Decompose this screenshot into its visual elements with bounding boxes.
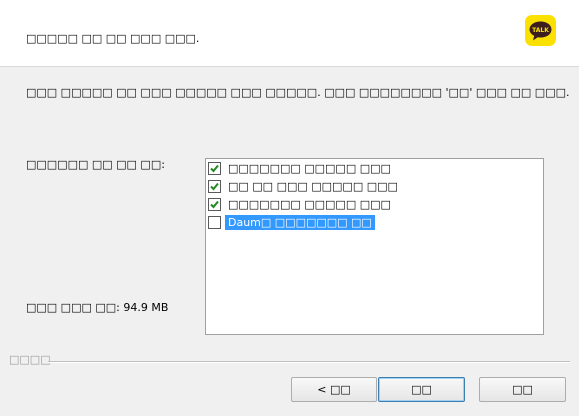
component-item-label: □□ □□ □□□ □□□□□ □□□ [228, 180, 398, 193]
component-list[interactable]: □□□□□□□ □□□□□ □□□ □□ □□ □□□ □□□□□ □□□ □□… [205, 158, 544, 335]
component-checkbox[interactable] [208, 216, 221, 229]
cancel-button[interactable]: □□ [479, 377, 566, 402]
next-button[interactable]: □□ [378, 377, 465, 402]
component-item[interactable]: □□ □□ □□□ □□□□□ □□□ [208, 179, 401, 194]
logo-text: TALK [532, 27, 549, 34]
component-checkbox[interactable] [208, 162, 221, 175]
header-panel: □□□□□ □□ □□ □□□ □□□. TALK [0, 0, 579, 67]
component-checkbox[interactable] [208, 180, 221, 193]
checkmark-icon [210, 200, 219, 209]
checkmark-icon [210, 164, 219, 173]
kakaotalk-logo: TALK [525, 15, 556, 46]
space-required-text: □□□ □□□ □□: 94.9 MB [26, 301, 169, 314]
back-button[interactable]: < □□ [291, 377, 377, 402]
component-item-label: □□□□□□□ □□□□□ □□□ [228, 198, 391, 211]
component-select-label: □□□□□□ □□ □□ □□: [26, 158, 165, 171]
component-checkbox[interactable] [208, 198, 221, 211]
component-item-label: Daum□ □□□□□□□ □□ [225, 215, 375, 230]
checkmark-icon [210, 182, 219, 191]
footer-divider [48, 361, 570, 363]
component-item[interactable]: □□□□□□□ □□□□□ □□□ [208, 197, 394, 212]
component-item[interactable]: Daum□ □□□□□□□ □□ [208, 215, 375, 230]
instruction-text: □□□ □□□□□ □□ □□□ □□□□□ □□□ □□□□□. □□□ □□… [26, 86, 570, 99]
talk-bubble-icon: TALK [529, 21, 552, 40]
component-item[interactable]: □□□□□□□ □□□□□ □□□ [208, 161, 394, 176]
page-title: □□□□□ □□ □□ □□□ □□□. [26, 32, 200, 45]
footer-brand: □□□□ [9, 353, 51, 366]
component-item-label: □□□□□□□ □□□□□ □□□ [228, 162, 391, 175]
